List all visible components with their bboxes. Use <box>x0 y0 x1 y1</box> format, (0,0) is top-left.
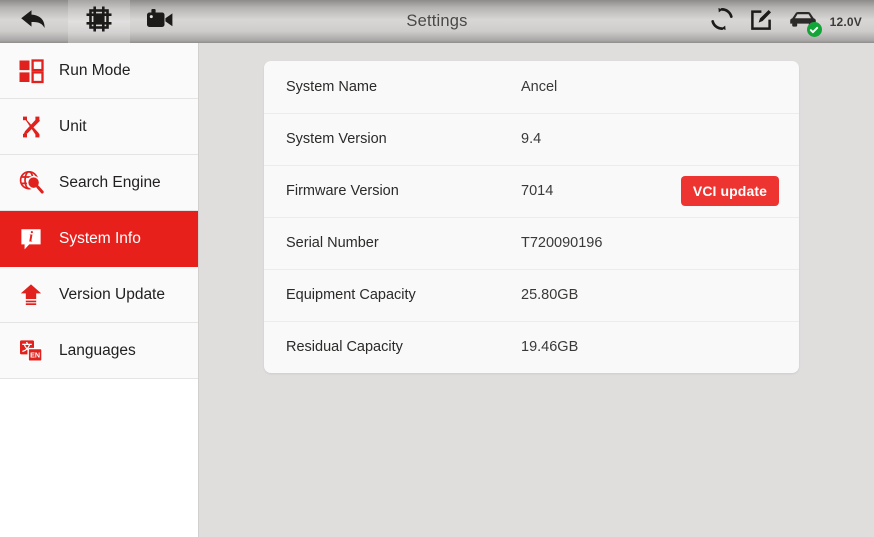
row-value: 9.4 <box>521 131 542 147</box>
system-info-card: System Name Ancel System Version 9.4 Fir… <box>264 61 799 373</box>
sidebar-item-label: Version Update <box>59 285 165 303</box>
vci-update-button[interactable]: VCI update <box>680 176 779 206</box>
table-row: Equipment Capacity 25.80GB <box>264 269 799 321</box>
sidebar-item-label: Search Engine <box>59 173 161 191</box>
title-bar: Settings 12.0V <box>0 0 874 43</box>
refresh-icon <box>709 6 735 37</box>
back-button[interactable] <box>0 0 68 43</box>
upload-arrow-icon <box>13 282 49 308</box>
table-row: System Name Ancel <box>264 61 799 113</box>
title-bar-right-actions: 12.0V <box>709 0 874 43</box>
grid-icon <box>13 58 49 84</box>
sidebar-item-languages[interactable]: 文 EN Languages <box>0 323 198 379</box>
row-label: System Version <box>286 131 387 147</box>
row-value: Ancel <box>521 79 558 95</box>
row-value: T720090196 <box>521 235 603 251</box>
screenshot-button[interactable] <box>68 0 130 43</box>
row-value: 25.80GB <box>521 287 579 303</box>
sidebar-item-version-update[interactable]: Version Update <box>0 267 198 323</box>
row-value: 19.46GB <box>521 339 579 355</box>
connected-check-badge <box>806 22 822 37</box>
sidebar-item-label: System Info <box>59 229 141 247</box>
table-row: Residual Capacity 19.46GB <box>264 321 799 373</box>
sidebar-item-label: Run Mode <box>59 61 131 79</box>
screen-record-button[interactable] <box>130 0 190 43</box>
language-icon: 文 EN <box>13 338 49 364</box>
settings-screen: Settings 12.0V Run Mode Unit Search Engi… <box>0 0 874 537</box>
edit-icon <box>749 7 774 37</box>
pencil-ruler-icon <box>13 114 49 140</box>
sidebar: Run Mode Unit Search Engine i System Inf… <box>0 43 199 537</box>
sidebar-item-system-info[interactable]: i System Info <box>0 211 198 267</box>
row-label: Firmware Version <box>286 183 399 199</box>
row-label: System Name <box>286 79 378 95</box>
row-label: Equipment Capacity <box>286 287 416 303</box>
back-icon <box>19 7 49 36</box>
table-row: Firmware Version 7014 VCI update <box>264 165 799 217</box>
sidebar-item-unit[interactable]: Unit <box>0 99 198 155</box>
voltage-reading: 12.0V <box>829 14 862 29</box>
row-action: VCI update <box>680 176 779 206</box>
body: Run Mode Unit Search Engine i System Inf… <box>0 43 874 537</box>
vehicle-connected-button[interactable] <box>788 9 822 37</box>
screenshot-icon <box>86 6 112 37</box>
table-row: System Version 9.4 <box>264 113 799 165</box>
svg-text:EN: EN <box>30 350 40 359</box>
title-bar-left-actions <box>0 0 190 43</box>
edit-button[interactable] <box>749 7 774 37</box>
info-bubble-icon: i <box>13 226 49 252</box>
sidebar-item-run-mode[interactable]: Run Mode <box>0 43 198 99</box>
sidebar-item-search-engine[interactable]: Search Engine <box>0 155 198 211</box>
sidebar-empty-area <box>0 379 198 537</box>
globe-search-icon <box>13 169 49 196</box>
sidebar-item-label: Unit <box>59 117 87 135</box>
sidebar-item-label: Languages <box>59 341 136 359</box>
row-label: Serial Number <box>286 235 379 251</box>
main-content: System Name Ancel System Version 9.4 Fir… <box>199 43 874 537</box>
row-label: Residual Capacity <box>286 339 403 355</box>
table-row: Serial Number T720090196 <box>264 217 799 269</box>
refresh-button[interactable] <box>709 6 735 37</box>
row-value: 7014 <box>521 183 554 199</box>
screen-record-icon <box>145 7 175 36</box>
